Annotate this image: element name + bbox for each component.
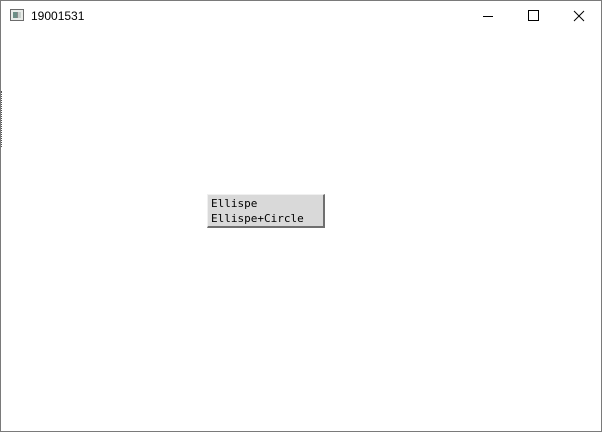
client-area[interactable]: Ellispe Ellispe+Circle bbox=[1, 31, 601, 431]
close-button[interactable] bbox=[556, 1, 602, 31]
menu-item-ellipse[interactable]: Ellispe bbox=[211, 197, 257, 211]
minimize-button[interactable] bbox=[465, 1, 511, 31]
app-window: 19001531 Ellispe Ellispe+Circle bbox=[0, 0, 602, 432]
app-icon-right-pane bbox=[17, 12, 21, 18]
window-title: 19001531 bbox=[31, 9, 85, 23]
maximize-icon bbox=[528, 10, 539, 21]
maximize-button[interactable] bbox=[511, 1, 557, 31]
close-icon bbox=[573, 10, 585, 22]
edge-artifact bbox=[1, 91, 4, 147]
popup-menu: Ellispe Ellispe+Circle bbox=[207, 194, 325, 228]
title-bar[interactable]: 19001531 bbox=[1, 1, 601, 31]
minimize-icon bbox=[483, 16, 493, 17]
menu-item-ellipse-circle[interactable]: Ellispe+Circle bbox=[211, 212, 304, 226]
app-icon[interactable] bbox=[10, 9, 24, 21]
